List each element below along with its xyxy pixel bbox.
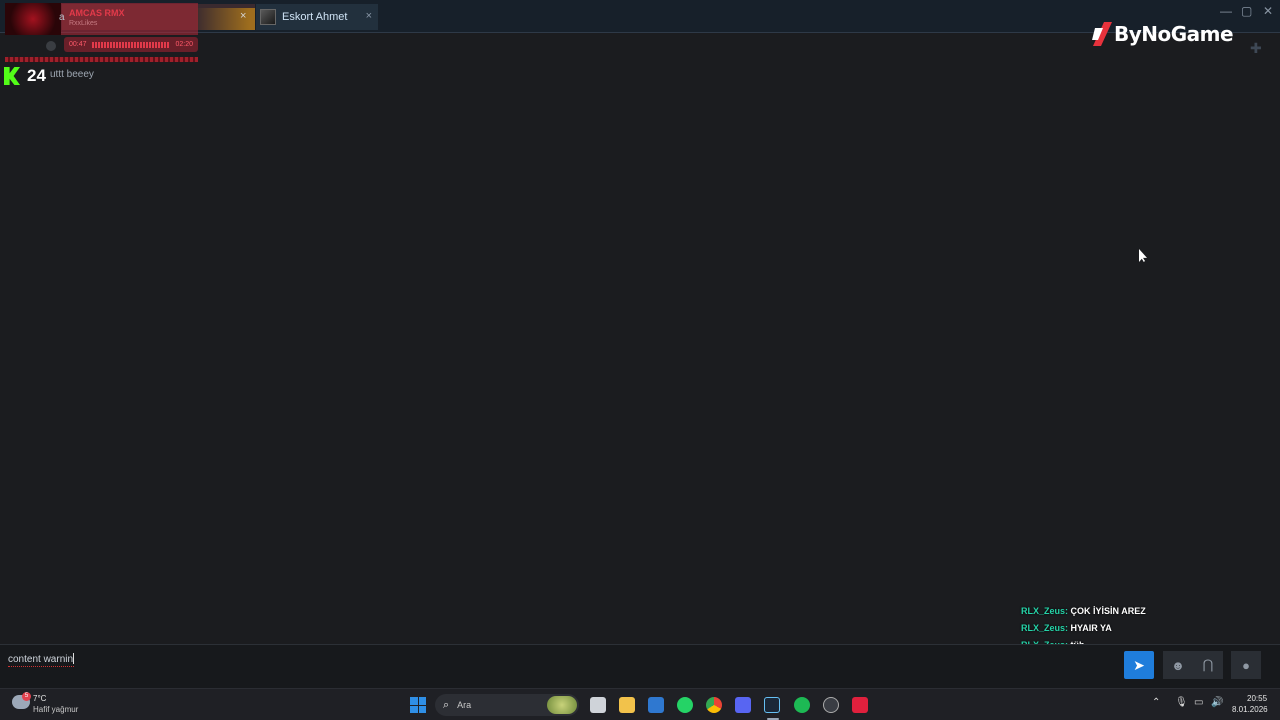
emoji-button[interactable]: ☻	[1163, 651, 1193, 679]
track-artist: RxxLikes	[69, 20, 98, 27]
settings-icon[interactable]	[823, 697, 839, 713]
search-placeholder: Ara	[457, 700, 472, 710]
search-highlight-icon	[547, 696, 577, 714]
brand-logo: ByNoGame	[1092, 22, 1234, 46]
taskbar: 5 7°C Hafif yağmur ⌕ Ara ⌃ 🎙 ▭ 🔊 20:55 8…	[0, 688, 1280, 720]
discord-icon[interactable]	[735, 697, 751, 713]
chat-message: RLX_Zeus: HYAIR YA	[1021, 620, 1280, 637]
add-friend-icon[interactable]: ✚	[1250, 40, 1262, 57]
weather-temp: 7°C	[33, 694, 47, 703]
track-progress: 00:47 02:20	[64, 37, 198, 52]
minimize-icon[interactable]: —	[1220, 4, 1232, 18]
start-button[interactable]	[410, 697, 426, 713]
task-view-icon[interactable]	[590, 697, 606, 713]
send-button[interactable]: ➤	[1124, 651, 1154, 679]
tab-first-close-icon[interactable]: ×	[240, 10, 246, 22]
paperclip-icon: ⋂	[1202, 657, 1214, 672]
tab-avatar	[260, 9, 276, 25]
microphone-icon: ●	[1242, 657, 1250, 673]
chrome-icon[interactable]	[706, 697, 722, 713]
message-input-text: content warnin	[8, 654, 74, 665]
tray-mic-icon[interactable]: 🎙	[1175, 697, 1188, 708]
outlook-icon[interactable]	[648, 697, 664, 713]
media-indicator-icon	[46, 41, 56, 51]
file-explorer-icon[interactable]	[619, 697, 635, 713]
chat-text: ÇOK İYİSİN AREZ	[1070, 606, 1146, 616]
taskbar-search[interactable]: ⌕ Ara	[435, 694, 579, 716]
chat-username: RLX_Zeus:	[1021, 606, 1069, 616]
kick-logo-icon	[4, 67, 20, 85]
now-playing-card: AMCAS RMX RxxLikes	[5, 3, 198, 35]
search-icon: ⌕	[443, 698, 450, 711]
overlay-message: uttt beeey	[50, 69, 94, 80]
send-icon: ➤	[1133, 656, 1145, 673]
chat-text: HYAIR YA	[1070, 623, 1112, 633]
overlay-divider	[5, 57, 198, 62]
brand-name: ByNoGame	[1114, 22, 1234, 46]
spotify-icon[interactable]	[794, 697, 810, 713]
chat-username: RLX_Zeus:	[1021, 623, 1069, 633]
vivaldi-icon[interactable]	[852, 697, 868, 713]
viewer-count: 24	[27, 66, 46, 85]
clock-date[interactable]: 8.01.2026	[1232, 705, 1268, 714]
track-title: AMCAS RMX	[69, 8, 125, 18]
emoji-icon: ☻	[1171, 657, 1185, 673]
clock-time[interactable]: 20:55	[1247, 694, 1267, 703]
tray-chevron-icon[interactable]: ⌃	[1152, 697, 1160, 708]
overlay-stray-text: a	[59, 12, 65, 23]
brand-mark-icon	[1092, 22, 1112, 46]
steam-icon[interactable]	[764, 697, 780, 713]
mouse-cursor-icon	[1139, 249, 1147, 262]
whatsapp-icon[interactable]	[677, 697, 693, 713]
album-art	[5, 3, 61, 35]
message-compose-bar: content warnin	[0, 644, 1280, 688]
maximize-icon[interactable]: ▢	[1241, 4, 1252, 18]
waveform-icon	[91, 41, 171, 48]
close-window-icon[interactable]: ✕	[1263, 4, 1273, 18]
message-input[interactable]: content warnin	[8, 653, 75, 667]
weather-desc: Hafif yağmur	[33, 705, 79, 714]
track-total: 02:20	[175, 41, 193, 48]
tab-close-icon[interactable]: ×	[366, 10, 372, 22]
tray-network-icon[interactable]: ▭	[1194, 697, 1203, 708]
track-elapsed: 00:47	[69, 41, 87, 48]
text-caret	[73, 653, 75, 664]
attach-button[interactable]: ⋂	[1193, 651, 1223, 679]
chat-message: RLX_Zeus: ÇOK İYİSİN AREZ	[1021, 603, 1280, 620]
tab-eskort-ahmet[interactable]: Eskort Ahmet ×	[256, 4, 378, 30]
weather-badge: 5	[22, 692, 31, 701]
voice-button[interactable]: ●	[1231, 651, 1261, 679]
tray-volume-icon[interactable]: 🔊	[1211, 697, 1223, 708]
tab-label: Eskort Ahmet	[282, 11, 348, 23]
